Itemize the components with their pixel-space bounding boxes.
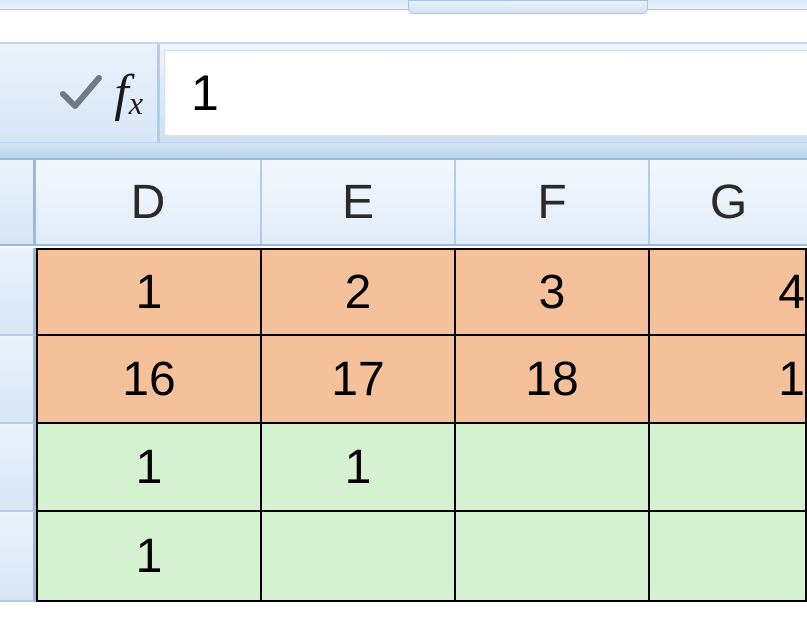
- fx-x: x: [129, 85, 143, 121]
- fx-icon[interactable]: fx: [114, 64, 143, 123]
- select-all-corner[interactable]: [0, 160, 36, 244]
- row-header[interactable]: [0, 424, 36, 512]
- ribbon-area: [0, 0, 807, 10]
- table-row: 1 1: [0, 424, 807, 512]
- cell-F[interactable]: 3: [456, 248, 650, 336]
- column-header-G[interactable]: G: [650, 160, 807, 244]
- table-row: 1: [0, 512, 807, 602]
- cell-G[interactable]: [650, 512, 807, 602]
- cell-E[interactable]: 2: [262, 248, 456, 336]
- ribbon-group-edge: [408, 0, 648, 14]
- fx-f: f: [114, 65, 128, 122]
- formula-bar-controls: fx: [0, 44, 160, 142]
- cell-D[interactable]: 1: [36, 424, 262, 512]
- cell-G[interactable]: 1: [650, 336, 807, 424]
- cell-E[interactable]: 17: [262, 336, 456, 424]
- cell-G[interactable]: [650, 424, 807, 512]
- header-separator: [0, 142, 807, 160]
- cell-F[interactable]: 18: [456, 336, 650, 424]
- column-header-E[interactable]: E: [262, 160, 456, 244]
- formula-bar: fx: [0, 42, 807, 142]
- formula-input[interactable]: [191, 64, 807, 122]
- row-header[interactable]: [0, 248, 36, 336]
- cell-D[interactable]: 16: [36, 336, 262, 424]
- cell-G[interactable]: 4: [650, 248, 807, 336]
- table-row: 1 2 3 4: [0, 248, 807, 336]
- spreadsheet-grid: 1 2 3 4 16 17 18 1 1 1 1: [0, 248, 807, 625]
- cell-E[interactable]: 1: [262, 424, 456, 512]
- cell-D[interactable]: 1: [36, 248, 262, 336]
- cell-F[interactable]: [456, 424, 650, 512]
- confirm-check-icon[interactable]: [56, 69, 104, 117]
- cell-E[interactable]: [262, 512, 456, 602]
- row-header[interactable]: [0, 512, 36, 602]
- column-headers: D E F G: [0, 160, 807, 246]
- column-header-D[interactable]: D: [36, 160, 262, 244]
- cell-F[interactable]: [456, 512, 650, 602]
- row-header[interactable]: [0, 336, 36, 424]
- cell-D[interactable]: 1: [36, 512, 262, 602]
- column-header-F[interactable]: F: [456, 160, 650, 244]
- formula-input-container[interactable]: [164, 50, 807, 136]
- table-row: 16 17 18 1: [0, 336, 807, 424]
